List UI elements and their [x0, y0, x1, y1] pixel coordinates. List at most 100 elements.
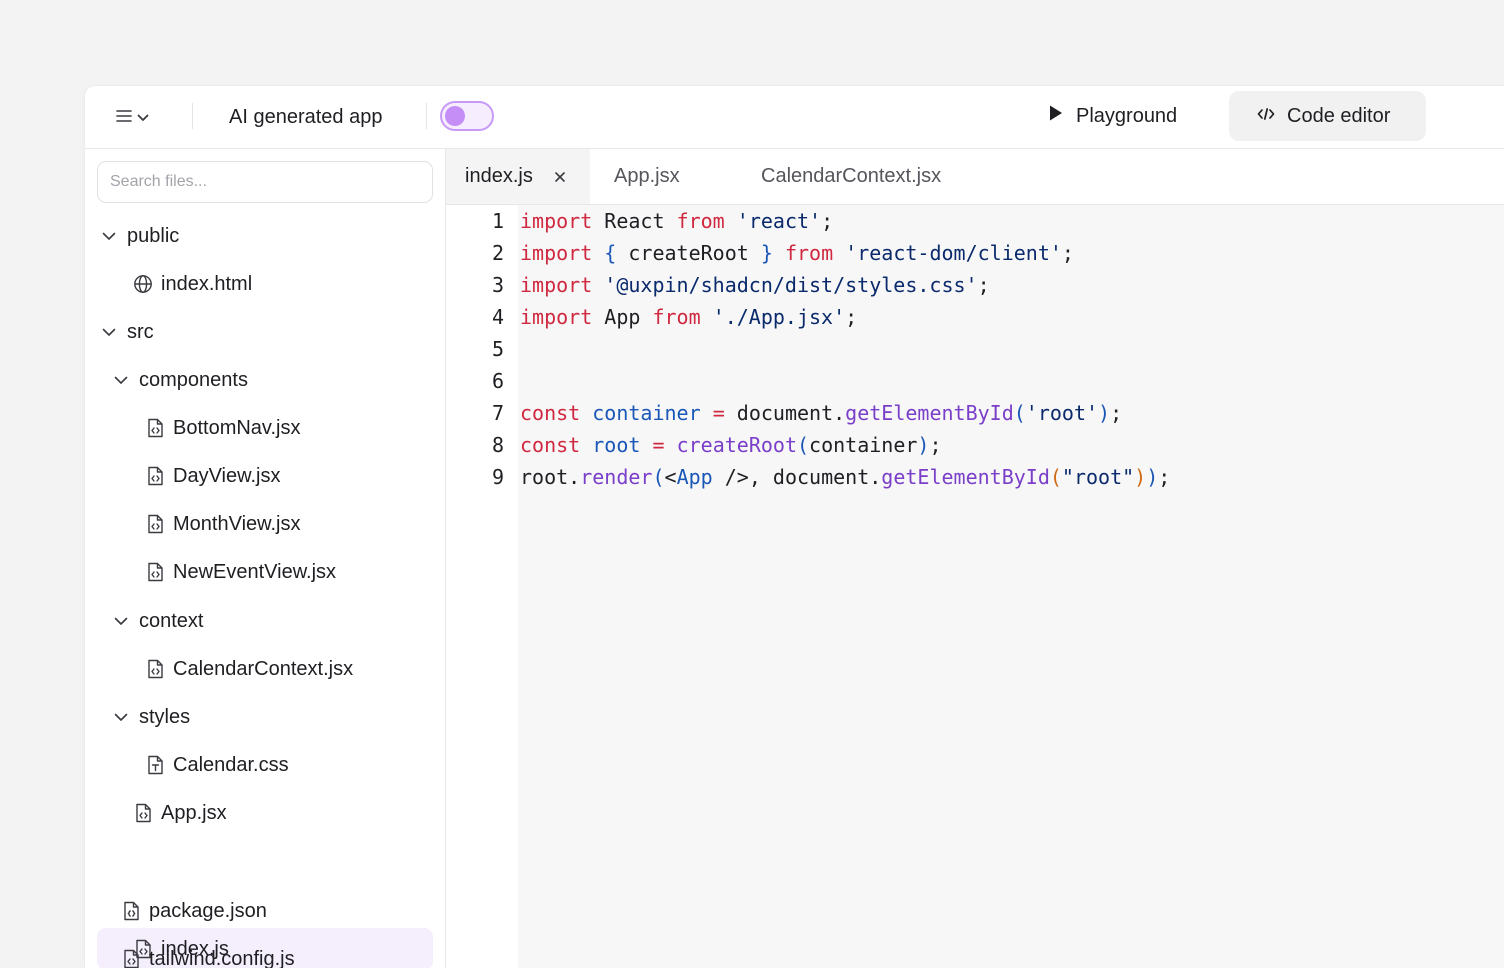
code-line-9: root.render(<App />, document.getElement…	[520, 461, 1170, 493]
play-icon	[1048, 104, 1064, 128]
file-app-jsx[interactable]: App.jsx	[133, 792, 227, 834]
keyword: from	[652, 305, 701, 329]
search-files-input[interactable]	[97, 161, 433, 203]
app-title: AI generated app	[229, 106, 383, 128]
identifier: App	[604, 305, 641, 329]
chevron-down-icon	[99, 322, 119, 342]
divider	[192, 103, 193, 129]
line-number: 7	[491, 401, 504, 425]
text-file-icon	[145, 755, 165, 775]
operator: =	[712, 401, 725, 425]
operator: =	[652, 433, 665, 457]
punct: ;	[821, 209, 834, 233]
tab-index-js[interactable]: index.js	[446, 149, 590, 204]
folder-label: components	[139, 368, 248, 391]
jsx-tag: App	[676, 465, 713, 489]
mode-toggle[interactable]	[440, 101, 494, 131]
code-area[interactable]: import React from 'react'; import { crea…	[518, 205, 1504, 968]
punct: ;	[1061, 241, 1074, 265]
file-tailwind-config[interactable]: tailwind.config.js	[121, 938, 295, 968]
folder-label: context	[139, 609, 204, 632]
punct: )	[1098, 401, 1111, 425]
code-editor: index.js App.jsx CalendarContext.jsx 1 2…	[446, 149, 1504, 968]
line-number: 4	[491, 305, 504, 329]
function: createRoot	[676, 433, 797, 457]
code-file-icon	[121, 949, 141, 968]
file-calendar-css[interactable]: Calendar.css	[145, 744, 289, 786]
code-line-7: const container = document.getElementByI…	[520, 397, 1122, 429]
function: getElementById	[845, 401, 1014, 425]
file-dayview[interactable]: DayView.jsx	[145, 455, 280, 497]
file-label: BottomNav.jsx	[173, 416, 301, 439]
tab-app-jsx[interactable]: App.jsx	[614, 149, 680, 204]
keyword: const	[520, 401, 581, 425]
string: "root"	[1061, 465, 1135, 489]
file-monthview[interactable]: MonthView.jsx	[145, 503, 300, 545]
folder-components[interactable]: components	[111, 359, 248, 401]
code-file-icon	[145, 418, 165, 438]
folder-public[interactable]: public	[99, 215, 179, 257]
code-line-4: import App from './App.jsx';	[520, 301, 857, 333]
file-label: Calendar.css	[173, 753, 289, 776]
keyword: import	[520, 209, 593, 233]
variable: container	[592, 401, 701, 425]
file-sidebar: public index.html src components BottomN…	[85, 149, 446, 968]
chevron-down-icon	[99, 226, 119, 246]
identifier: createRoot	[628, 241, 749, 265]
folder-styles[interactable]: styles	[111, 696, 190, 738]
punct: }	[760, 241, 773, 265]
line-number: 6	[491, 369, 504, 393]
code-line-2: import { createRoot } from 'react-dom/cl…	[520, 237, 1074, 269]
file-calendarcontext[interactable]: CalendarContext.jsx	[145, 648, 353, 690]
folder-context[interactable]: context	[111, 600, 203, 642]
punct: (	[1013, 401, 1026, 425]
folder-src[interactable]: src	[99, 311, 154, 353]
code-editor-label: Code editor	[1287, 104, 1391, 127]
json-file-icon	[121, 901, 141, 921]
code-file-icon	[145, 659, 165, 679]
punct: )	[1146, 465, 1159, 489]
punct: {	[604, 241, 617, 265]
code-line-3: import '@uxpin/shadcn/dist/styles.css';	[520, 269, 990, 301]
punct: .	[568, 465, 581, 489]
code-file-icon	[145, 466, 165, 486]
playground-label: Playground	[1076, 104, 1178, 127]
tab-label: index.js	[465, 165, 533, 187]
file-label: DayView.jsx	[173, 464, 281, 487]
punct: ;	[845, 305, 858, 329]
file-package-json[interactable]: package.json	[121, 890, 267, 932]
punct: (	[1049, 465, 1062, 489]
code-editor-button[interactable]: Code editor	[1229, 91, 1426, 141]
code-line-1: import React from 'react';	[520, 205, 833, 237]
line-gutter: 1 2 3 4 5 6 7 8 9	[446, 205, 518, 968]
tab-label: App.jsx	[614, 165, 680, 187]
close-icon[interactable]	[553, 170, 567, 184]
file-index-html[interactable]: index.html	[133, 263, 252, 305]
playground-button[interactable]: Playground	[1020, 91, 1205, 141]
punct: ;	[929, 433, 942, 457]
file-neweventview[interactable]: NewEventView.jsx	[145, 551, 336, 593]
punct: />	[724, 465, 749, 489]
editor-tabs: index.js App.jsx CalendarContext.jsx	[446, 149, 1504, 205]
file-label: index.html	[161, 272, 253, 295]
keyword: import	[520, 273, 593, 297]
keyword: from	[676, 209, 725, 233]
punct: ;	[1158, 465, 1171, 489]
punct: )	[917, 433, 930, 457]
tab-label: CalendarContext.jsx	[761, 165, 942, 187]
keyword: const	[520, 433, 581, 457]
line-number: 3	[491, 273, 504, 297]
menu-button[interactable]	[115, 104, 163, 132]
string: 'react'	[736, 209, 822, 233]
tab-calendarcontext[interactable]: CalendarContext.jsx	[761, 149, 941, 204]
file-label: package.json	[149, 899, 267, 922]
identifier: document	[736, 401, 834, 425]
chevron-down-icon	[111, 370, 131, 390]
keyword: import	[520, 241, 593, 265]
identifier: document	[772, 465, 870, 489]
globe-icon	[133, 274, 153, 294]
string: './App.jsx'	[712, 305, 846, 329]
line-number: 1	[491, 209, 504, 233]
file-bottomnav[interactable]: BottomNav.jsx	[145, 407, 300, 449]
punct: <	[664, 465, 677, 489]
